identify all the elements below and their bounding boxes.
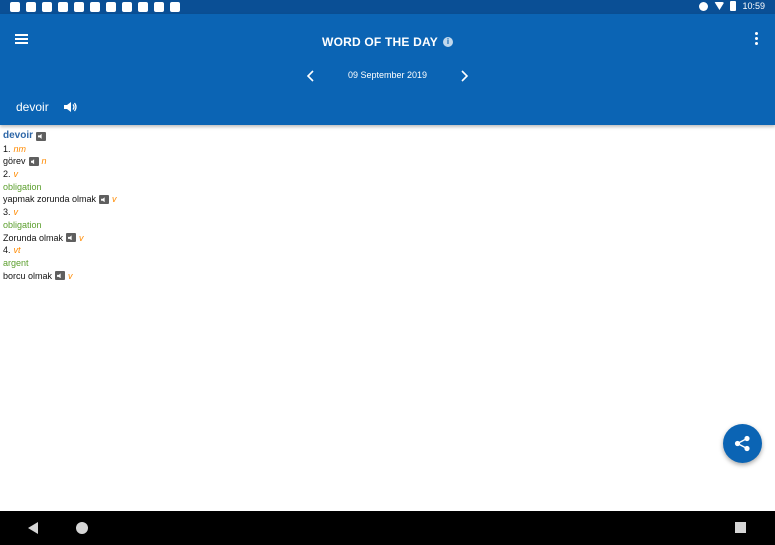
sense-header: 2. v — [3, 168, 117, 181]
chevron-right-icon — [461, 70, 469, 82]
doc-icon — [122, 2, 132, 12]
meaning-line: obligation — [3, 219, 42, 230]
meaning-line: obligation — [3, 181, 42, 192]
word-of-day: devoir — [16, 100, 49, 114]
sense-header: 1. nm — [3, 143, 117, 156]
part-of-speech: v — [13, 207, 19, 218]
doc-icon — [106, 2, 116, 12]
part-of-speech: nm — [13, 143, 27, 154]
translation-pos: v — [112, 194, 117, 205]
system-tray: 10:59 — [699, 1, 765, 11]
speaker-icon[interactable] — [28, 157, 39, 167]
translation-line: borcu olmak v — [3, 270, 117, 283]
home-icon[interactable] — [76, 522, 88, 534]
youtube-icon — [154, 2, 164, 12]
navigation-bar — [0, 511, 775, 545]
translation: görev — [3, 156, 26, 167]
page-title: WORD OF THE DAY — [322, 35, 438, 49]
speaker-icon[interactable] — [66, 233, 77, 243]
doc-icon — [90, 2, 100, 12]
share-icon — [734, 435, 750, 452]
translation-line: görev n — [3, 155, 117, 168]
image-icon — [170, 2, 180, 12]
sense-number: 1. — [3, 143, 11, 154]
status-bar: 10:59 — [0, 0, 775, 14]
next-day-button[interactable] — [458, 70, 470, 82]
doc-icon — [74, 2, 84, 12]
status-time: 10:59 — [742, 1, 765, 11]
news-icon — [26, 2, 36, 12]
speaker-icon[interactable] — [55, 271, 66, 281]
headword-line: devoir — [3, 130, 117, 143]
phone-icon — [138, 2, 148, 12]
sense-number: 2. — [3, 169, 11, 180]
share-button[interactable] — [723, 424, 762, 463]
word-header: devoir — [16, 100, 77, 114]
translation-line: yapmak zorunda olmak v — [3, 193, 117, 206]
part-of-speech: v — [13, 169, 19, 180]
speaker-icon[interactable] — [63, 101, 77, 113]
translation: yapmak zorunda olmak — [3, 194, 97, 205]
meaning-line: argent — [3, 257, 29, 268]
sense-number: 3. — [3, 207, 11, 218]
recent-apps-icon[interactable] — [735, 522, 746, 533]
speaker-icon[interactable] — [99, 195, 110, 205]
wifi-icon — [714, 2, 725, 10]
speaker-icon[interactable] — [36, 131, 47, 141]
doc-icon — [58, 2, 68, 12]
sense-number: 4. — [3, 245, 11, 256]
translation: borcu olmak — [3, 270, 53, 281]
date-label: 09 September 2019 — [347, 70, 428, 80]
more-options-icon[interactable] — [754, 32, 758, 46]
translation-pos: v — [68, 270, 73, 281]
notification-icons — [10, 2, 180, 12]
title-container: WORD OF THE DAY i — [0, 33, 775, 51]
date-navigator: 09 September 2019 — [0, 68, 775, 84]
translation-pos: v — [79, 232, 84, 243]
info-icon[interactable]: i — [442, 37, 453, 47]
entry-content: devoir 1. nm görev n 2. v obligation yap… — [3, 130, 117, 282]
app-bar: WORD OF THE DAY i 09 September 2019 devo… — [0, 14, 775, 125]
sense-header: 3. v — [3, 206, 117, 219]
battery-icon — [730, 1, 737, 11]
sense-header: 4. vt — [3, 244, 117, 257]
drive-icon — [10, 2, 20, 12]
translation-pos: n — [41, 156, 47, 167]
translation-line: Zorunda olmak v — [3, 232, 117, 245]
doc-icon — [42, 2, 52, 12]
headword: devoir — [3, 130, 34, 141]
dnd-icon — [699, 1, 709, 11]
back-icon[interactable] — [28, 522, 38, 534]
part-of-speech: vt — [13, 245, 21, 256]
translation: Zorunda olmak — [3, 232, 64, 243]
